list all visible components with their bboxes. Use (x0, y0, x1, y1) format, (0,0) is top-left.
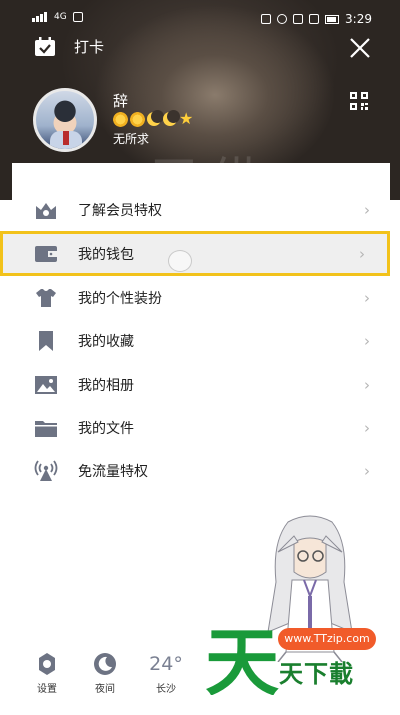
chevron-right-icon: › (364, 200, 370, 219)
menu-item-wallet[interactable]: 我的钱包 › (0, 231, 390, 277)
shirt-icon (36, 288, 56, 307)
moon-level-icon (147, 110, 164, 126)
clock: 3:29 (345, 12, 372, 26)
nickname[interactable]: 辞 (113, 90, 128, 111)
avatar[interactable] (33, 88, 97, 152)
weather-widget[interactable]: 24° 长沙 (146, 652, 186, 695)
level-badges[interactable]: ★ (113, 109, 194, 128)
moon-level-icon (163, 110, 180, 126)
menu-item-vip-privileges[interactable]: 了解会员特权 › (12, 188, 390, 231)
wallet-icon (35, 245, 57, 262)
alarm-icon (277, 14, 288, 24)
menu-item-label: 我的文件 (78, 420, 134, 437)
gear-icon (39, 653, 55, 675)
menu-item-free-data[interactable]: 免流量特权 › (12, 449, 390, 492)
network-label: 4G (54, 12, 67, 22)
status-bar: 4G 3:29 (0, 0, 400, 40)
battery-icon (325, 14, 340, 24)
chevron-right-icon: › (364, 375, 370, 394)
menu-item-favorites[interactable]: 我的收藏 › (12, 320, 390, 363)
broadcast-icon (34, 460, 58, 482)
calendar-check-icon (35, 36, 55, 56)
night-mode-button[interactable]: 夜间 (92, 652, 118, 695)
mute-icon (293, 14, 304, 24)
chevron-right-icon: › (364, 418, 370, 437)
chevron-right-icon: › (364, 288, 370, 307)
menu-item-album[interactable]: 我的相册 › (12, 363, 390, 406)
menu-item-label: 我的收藏 (78, 334, 134, 351)
city-label: 长沙 (156, 684, 176, 695)
settings-label: 设置 (37, 684, 57, 695)
menu-item-label: 我的相册 (78, 377, 134, 394)
checkin-button[interactable]: 打卡 (34, 36, 104, 57)
star-level-icon: ★ (179, 109, 194, 128)
night-label: 夜间 (95, 684, 115, 695)
menu-item-label: 免流量特权 (78, 464, 148, 481)
moon-icon (94, 653, 116, 675)
crown-icon (36, 202, 56, 219)
bookmark-icon (39, 331, 53, 352)
photo-icon (35, 375, 57, 394)
checkin-label: 打卡 (74, 38, 105, 56)
watermark-logo-char: 天 (205, 620, 279, 695)
notification-icon (72, 12, 83, 22)
settings-button[interactable]: 设置 (34, 652, 60, 695)
folder-icon (35, 420, 57, 437)
qr-code-icon[interactable] (350, 92, 368, 110)
phone-screen: 天纵 4G 3:29 打卡 (0, 0, 400, 715)
temperature: 24° (149, 653, 183, 675)
chevron-right-icon: › (359, 244, 365, 263)
menu-item-label: 我的个性装扮 (78, 290, 162, 307)
drawer-menu: 了解会员特权 › 我的钱包 › 我的个性装扮 › 我的收藏 › 我的相册 › 我… (0, 188, 390, 493)
touch-indicator (168, 250, 192, 272)
sun-level-icon (130, 111, 145, 127)
menu-item-label: 了解会员特权 (78, 202, 162, 219)
personal-signature[interactable]: 无所求 (113, 130, 149, 147)
wifi-icon (309, 14, 320, 24)
signal-icon (32, 12, 48, 22)
chevron-right-icon: › (364, 462, 370, 481)
chevron-right-icon: › (364, 332, 370, 351)
menu-item-personalization[interactable]: 我的个性装扮 › (12, 276, 390, 319)
menu-item-files[interactable]: 我的文件 › (12, 406, 390, 449)
menu-item-label: 我的钱包 (78, 246, 134, 263)
close-button[interactable] (346, 34, 374, 62)
close-icon (350, 38, 370, 58)
sun-level-icon (113, 111, 128, 127)
nfc-icon (261, 14, 272, 24)
watermark-text: 天下載 (279, 660, 354, 688)
watermark-url: www.TTzip.com (278, 628, 376, 650)
